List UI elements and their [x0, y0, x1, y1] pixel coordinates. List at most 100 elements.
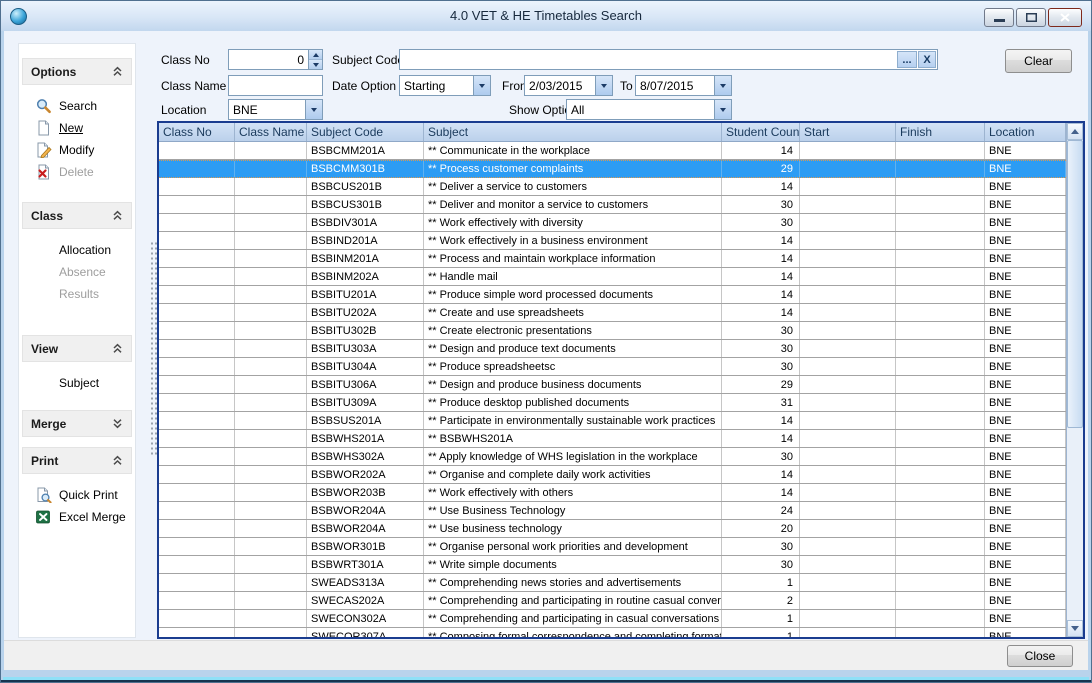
cell-location: BNE [985, 394, 1066, 411]
panel-header-class[interactable]: Class [22, 202, 132, 229]
maximize-icon [1026, 13, 1037, 22]
chevron-up-icon[interactable] [112, 66, 123, 77]
table-row[interactable]: BSBITU309A** Produce desktop published d… [159, 394, 1066, 412]
sidebar-item-allocation[interactable]: Allocation [22, 239, 132, 261]
table-row[interactable]: BSBWRT301A** Write simple documents30BNE [159, 556, 1066, 574]
table-row[interactable]: BSBWOR203B** Work effectively with other… [159, 484, 1066, 502]
table-row[interactable]: BSBIND201A** Work effectively in a busin… [159, 232, 1066, 250]
table-row[interactable]: SWECAS202A** Comprehending and participa… [159, 592, 1066, 610]
date-option-value: Starting [400, 79, 473, 93]
panel-title-view: View [31, 342, 58, 356]
sidebar-item-excel-merge[interactable]: Excel Merge [22, 506, 132, 528]
column-header-class_no[interactable]: Class No [159, 123, 235, 141]
table-row[interactable]: SWECOR307A** Composing formal correspond… [159, 628, 1066, 637]
column-header-subject[interactable]: Subject [424, 123, 722, 141]
scroll-up-button[interactable] [1067, 123, 1083, 140]
class-name-input[interactable] [229, 76, 322, 95]
table-row[interactable]: BSBITU302B** Create electronic presentat… [159, 322, 1066, 340]
cell-class_no [159, 520, 235, 537]
subject-code-field[interactable]: ... X [399, 49, 938, 70]
subject-code-ellipsis-button[interactable]: ... [897, 51, 917, 68]
cell-subject: ** Participate in environmentally sustai… [424, 412, 722, 429]
sidebar-item-search[interactable]: Search [22, 95, 132, 117]
sidebar-item-quick-print[interactable]: Quick Print [22, 484, 132, 506]
scrollbar-thumb[interactable] [1067, 140, 1083, 428]
chevron-up-icon[interactable] [112, 343, 123, 354]
panel-title-print: Print [31, 454, 58, 468]
cell-finish [896, 196, 985, 213]
from-date-combo[interactable]: 2/03/2015 [524, 75, 613, 96]
table-row[interactable]: BSBWHS302A** Apply knowledge of WHS legi… [159, 448, 1066, 466]
column-header-location[interactable]: Location [985, 123, 1066, 141]
table-row[interactable]: BSBWOR202A** Organise and complete daily… [159, 466, 1066, 484]
chevron-up-icon[interactable] [112, 455, 123, 466]
location-dropdown-button[interactable] [305, 100, 322, 119]
table-row[interactable]: BSBINM202A** Handle mail14BNE [159, 268, 1066, 286]
column-header-finish[interactable]: Finish [896, 123, 985, 141]
location-combo[interactable]: BNE [228, 99, 323, 120]
column-header-subject_code[interactable]: Subject Code [307, 123, 424, 141]
class-no-input[interactable] [229, 50, 308, 69]
sidebar-item-delete[interactable]: Delete [22, 161, 132, 183]
table-row[interactable]: BSBSUS201A** Participate in environmenta… [159, 412, 1066, 430]
sidebar-item-absence[interactable]: Absence [22, 261, 132, 283]
table-row[interactable]: BSBINM201A** Process and maintain workpl… [159, 250, 1066, 268]
table-row[interactable]: BSBDIV301A** Work effectively with diver… [159, 214, 1066, 232]
spin-up-button[interactable] [309, 50, 322, 59]
to-date-combo[interactable]: 8/07/2015 [635, 75, 732, 96]
from-date-dropdown-button[interactable] [595, 76, 612, 95]
panel-header-print[interactable]: Print [22, 447, 132, 474]
table-row[interactable]: SWECON302A** Comprehending and participa… [159, 610, 1066, 628]
cell-class_no [159, 376, 235, 393]
chevron-up-icon[interactable] [112, 210, 123, 221]
subject-code-input[interactable] [400, 50, 897, 69]
sidebar-item-subject[interactable]: Subject [22, 372, 132, 394]
cell-class_name [235, 394, 307, 411]
footer-bar: Close [4, 640, 1088, 670]
panel-header-view[interactable]: View [22, 335, 132, 362]
spin-down-button[interactable] [309, 59, 322, 69]
subject-code-clear-button[interactable]: X [918, 51, 936, 68]
date-option-dropdown-button[interactable] [473, 76, 490, 95]
table-row[interactable]: BSBITU304A** Produce spreadsheetsc30BNE [159, 358, 1066, 376]
table-row[interactable]: BSBCUS301B** Deliver and monitor a servi… [159, 196, 1066, 214]
minimize-button[interactable] [984, 8, 1014, 27]
table-row[interactable]: BSBITU201A** Produce simple word process… [159, 286, 1066, 304]
class-no-spinner[interactable] [228, 49, 323, 70]
chevron-down-icon[interactable] [112, 418, 123, 429]
scroll-down-button[interactable] [1067, 620, 1083, 637]
date-option-combo[interactable]: Starting [399, 75, 491, 96]
panel-header-options[interactable]: Options [22, 58, 132, 85]
titlebar[interactable]: 4.0 VET & HE Timetables Search [1, 1, 1091, 31]
show-option-combo[interactable]: All [566, 99, 732, 120]
cell-subject_code: BSBSUS201A [307, 412, 424, 429]
table-row[interactable]: BSBITU303A** Design and produce text doc… [159, 340, 1066, 358]
sidebar-item-results[interactable]: Results [22, 283, 132, 305]
table-row[interactable]: BSBITU202A** Create and use spreadsheets… [159, 304, 1066, 322]
column-header-start[interactable]: Start [800, 123, 896, 141]
table-row[interactable]: BSBWHS201A** BSBWHS201A14BNE [159, 430, 1066, 448]
table-row[interactable]: SWEADS313A** Comprehending news stories … [159, 574, 1066, 592]
show-option-dropdown-button[interactable] [714, 100, 731, 119]
column-header-student_count[interactable]: Student Count [722, 123, 800, 141]
column-header-class_name[interactable]: Class Name [235, 123, 307, 141]
table-row[interactable]: BSBITU306A** Design and produce business… [159, 376, 1066, 394]
panel-header-merge[interactable]: Merge [22, 410, 132, 437]
to-date-dropdown-button[interactable] [714, 76, 731, 95]
table-row[interactable]: BSBWOR301B** Organise personal work prio… [159, 538, 1066, 556]
cell-subject_code: BSBITU202A [307, 304, 424, 321]
table-row[interactable]: BSBCUS201B** Deliver a service to custom… [159, 178, 1066, 196]
class-name-field[interactable] [228, 75, 323, 96]
sidebar-item-new[interactable]: New [22, 117, 132, 139]
close-window-button[interactable] [1048, 8, 1082, 27]
clear-button[interactable]: Clear [1005, 49, 1072, 73]
table-row[interactable]: BSBWOR204A** Use Business Technology24BN… [159, 502, 1066, 520]
vertical-scrollbar[interactable] [1066, 123, 1083, 637]
close-button[interactable]: Close [1007, 645, 1073, 667]
table-row[interactable]: BSBCMM301B** Process customer complaints… [159, 160, 1066, 178]
table-row[interactable]: BSBWOR204A** Use business technology20BN… [159, 520, 1066, 538]
sidebar-item-modify[interactable]: Modify [22, 139, 132, 161]
table-row[interactable]: BSBCMM201A** Communicate in the workplac… [159, 142, 1066, 160]
cell-location: BNE [985, 484, 1066, 501]
maximize-button[interactable] [1016, 8, 1046, 27]
